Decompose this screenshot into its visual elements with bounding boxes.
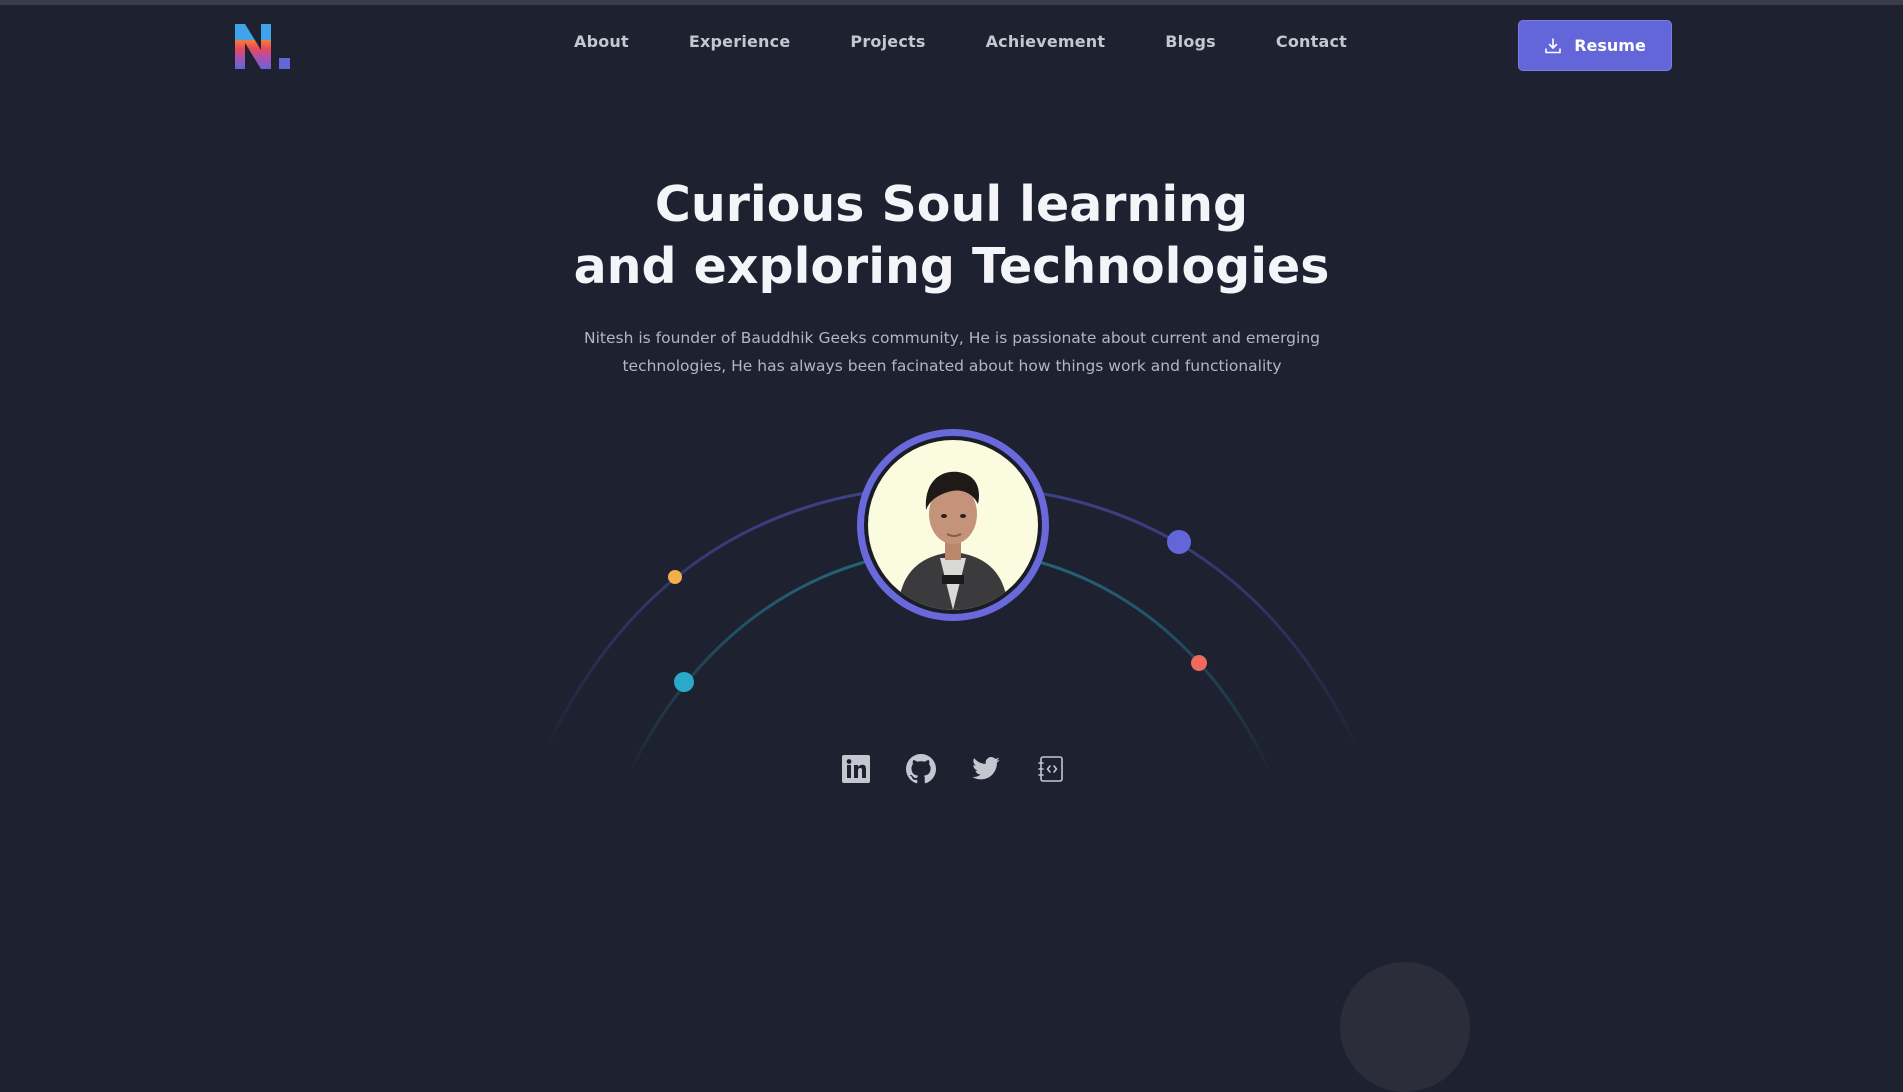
- nav-contact[interactable]: Contact: [1276, 32, 1347, 52]
- social-links: [840, 753, 1066, 784]
- resume-button[interactable]: Resume: [1518, 20, 1672, 71]
- main-nav: About Experience Projects Achievement Bl…: [574, 32, 1407, 52]
- nav-about[interactable]: About: [574, 32, 629, 52]
- linkedin-icon[interactable]: [840, 753, 871, 784]
- site-logo[interactable]: [235, 24, 293, 69]
- resume-label: Resume: [1574, 36, 1646, 55]
- hero-title-line-2: and exploring Technologies: [573, 238, 1330, 295]
- nav-blogs[interactable]: Blogs: [1165, 32, 1216, 52]
- nav-achievement[interactable]: Achievement: [986, 32, 1106, 52]
- nav-experience[interactable]: Experience: [689, 32, 791, 52]
- download-icon: [1544, 37, 1562, 55]
- orbit-dot-indigo: [1167, 530, 1191, 554]
- navbar: About Experience Projects Achievement Bl…: [0, 5, 1903, 85]
- twitter-icon[interactable]: [970, 753, 1001, 784]
- hero-description: Nitesh is founder of Bauddhik Geeks comm…: [584, 329, 1320, 375]
- decorative-circle: [1340, 962, 1470, 1092]
- orbit-dot-orange: [668, 570, 682, 584]
- hero-title-line-1: Curious Soul learning: [654, 176, 1249, 233]
- orbit-dot-red: [1191, 655, 1207, 671]
- github-icon[interactable]: [905, 753, 936, 784]
- profile-photo: [864, 436, 1042, 614]
- orbit-dot-cyan: [674, 672, 694, 692]
- avatar: [857, 429, 1049, 621]
- hero-title: Curious Soul learning and exploring Tech…: [0, 174, 1903, 298]
- nav-projects[interactable]: Projects: [850, 32, 925, 52]
- dev-blog-icon[interactable]: [1035, 753, 1066, 784]
